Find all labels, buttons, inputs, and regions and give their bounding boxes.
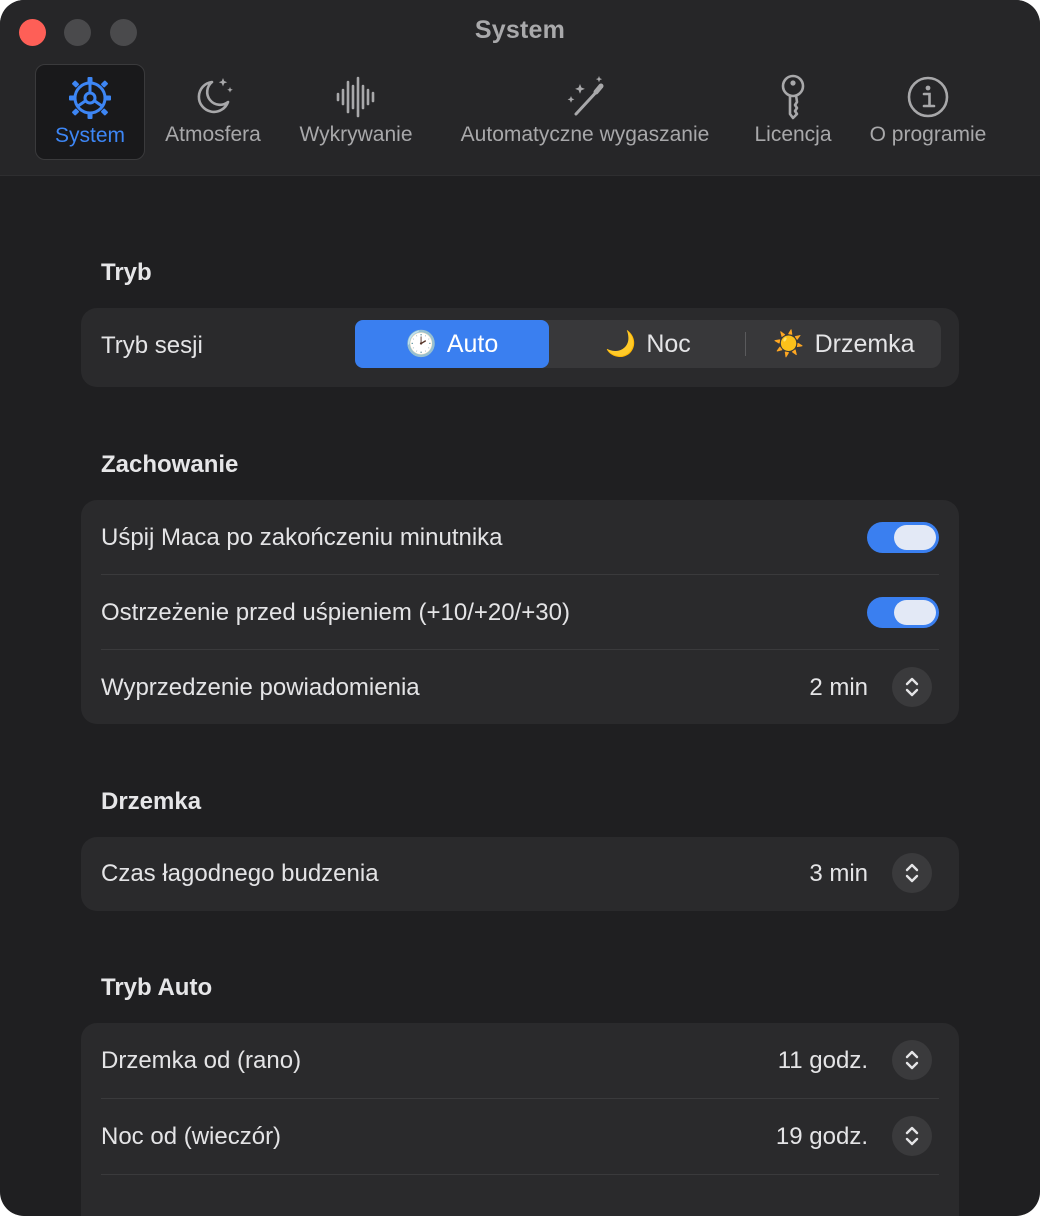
- sleep-warning-toggle[interactable]: [867, 597, 939, 628]
- session-mode-segmented-control: 🕑 Auto 🌙 Noc ☀️ Drzemka: [355, 320, 941, 368]
- nap-from-value: 11 godz.: [777, 1047, 868, 1074]
- nap-from-stepper[interactable]: [892, 1040, 932, 1080]
- section-title-behavior: Zachowanie: [101, 451, 239, 478]
- session-mode-label: Tryb sesji: [101, 332, 203, 359]
- toggle-knob: [894, 600, 936, 625]
- magic-wand-icon: [562, 72, 608, 122]
- tab-system[interactable]: System: [35, 64, 145, 160]
- nap-from-row: Drzemka od (rano) 11 godz.: [81, 1023, 959, 1098]
- chevron-up-down-icon: [905, 1126, 919, 1146]
- notification-lead-label: Wyprzedzenie powiadomienia: [101, 674, 420, 701]
- chevron-up-down-icon: [905, 1050, 919, 1070]
- nap-from-label: Drzemka od (rano): [101, 1047, 302, 1074]
- sleep-mac-toggle[interactable]: [867, 522, 939, 553]
- segment-auto[interactable]: 🕑 Auto: [355, 320, 549, 368]
- tab-label: Wykrywanie: [299, 123, 413, 146]
- gentle-wake-stepper[interactable]: [892, 853, 932, 893]
- tab-label: O programie: [869, 123, 987, 146]
- segment-label: Drzemka: [814, 329, 915, 358]
- notification-lead-row: Wyprzedzenie powiadomienia 2 min: [81, 650, 959, 725]
- segment-divider: [745, 332, 746, 356]
- chevron-up-down-icon: [905, 677, 919, 697]
- window-title: System: [474, 16, 566, 44]
- segment-drzemka[interactable]: ☀️ Drzemka: [747, 320, 941, 368]
- info-icon: [905, 72, 951, 122]
- key-icon: [770, 72, 816, 122]
- notification-lead-stepper[interactable]: [892, 667, 932, 707]
- sleep-mac-label: Uśpij Maca po zakończeniu minutnika: [101, 524, 503, 551]
- section-title-nap: Drzemka: [101, 788, 202, 815]
- night-from-value: 19 godz.: [775, 1123, 868, 1150]
- row-separator: [101, 1174, 939, 1175]
- gentle-wake-row: Czas łagodnego budzenia 3 min: [81, 837, 959, 911]
- tab-label: System: [54, 124, 125, 147]
- moon-stars-icon: [190, 72, 236, 122]
- waveform-icon: [333, 72, 379, 122]
- sleep-warning-row: Ostrzeżenie przed uśpieniem (+10/+20/+30…: [81, 575, 959, 650]
- clock-icon: 🕑: [405, 329, 437, 358]
- segment-noc[interactable]: 🌙 Noc: [551, 320, 745, 368]
- night-from-stepper[interactable]: [892, 1116, 932, 1156]
- night-from-row: Noc od (wieczór) 19 godz.: [81, 1099, 959, 1174]
- segment-label: Noc: [646, 329, 691, 358]
- mode-group: Tryb sesji 🕑 Auto 🌙 Noc ☀️ Drzemka: [81, 308, 959, 387]
- tab-label: Automatyczne wygaszanie: [460, 123, 710, 146]
- moon-icon: 🌙: [605, 329, 637, 358]
- tab-licencja[interactable]: Licencja: [746, 64, 840, 160]
- tab-wykrywanie[interactable]: Wykrywanie: [288, 64, 424, 160]
- gentle-wake-label: Czas łagodnego budzenia: [101, 860, 379, 887]
- toolbar: System System Atmosfera Wykrywanie Autom…: [0, 0, 1040, 176]
- section-title-auto: Tryb Auto: [101, 974, 213, 1001]
- segment-label: Auto: [446, 329, 499, 358]
- tab-label: Atmosfera: [165, 123, 261, 146]
- section-title-mode: Tryb: [101, 259, 152, 286]
- sleep-mac-row: Uśpij Maca po zakończeniu minutnika: [81, 500, 959, 575]
- sleep-warning-label: Ostrzeżenie przed uśpieniem (+10/+20/+30…: [101, 599, 570, 626]
- tab-o-programie[interactable]: O programie: [858, 64, 998, 160]
- notification-lead-value: 2 min: [809, 674, 868, 701]
- behavior-group: Uśpij Maca po zakończeniu minutnika Ostr…: [81, 500, 959, 724]
- gentle-wake-value: 3 min: [809, 860, 868, 887]
- night-from-label: Noc od (wieczór): [101, 1123, 282, 1150]
- tab-atmosfera[interactable]: Atmosfera: [156, 64, 270, 160]
- tab-label: Licencja: [754, 123, 832, 146]
- settings-window: System System Atmosfera Wykrywanie Autom…: [0, 0, 1040, 1216]
- sun-icon: ☀️: [773, 329, 805, 358]
- nap-group: Czas łagodnego budzenia 3 min: [81, 837, 959, 911]
- chevron-up-down-icon: [905, 863, 919, 883]
- tab-automatyczne-wygaszanie[interactable]: Automatyczne wygaszanie: [440, 64, 730, 160]
- gear-icon: [67, 73, 113, 123]
- auto-group: Drzemka od (rano) 11 godz. Noc od (wiecz…: [81, 1023, 959, 1216]
- toggle-knob: [894, 525, 936, 550]
